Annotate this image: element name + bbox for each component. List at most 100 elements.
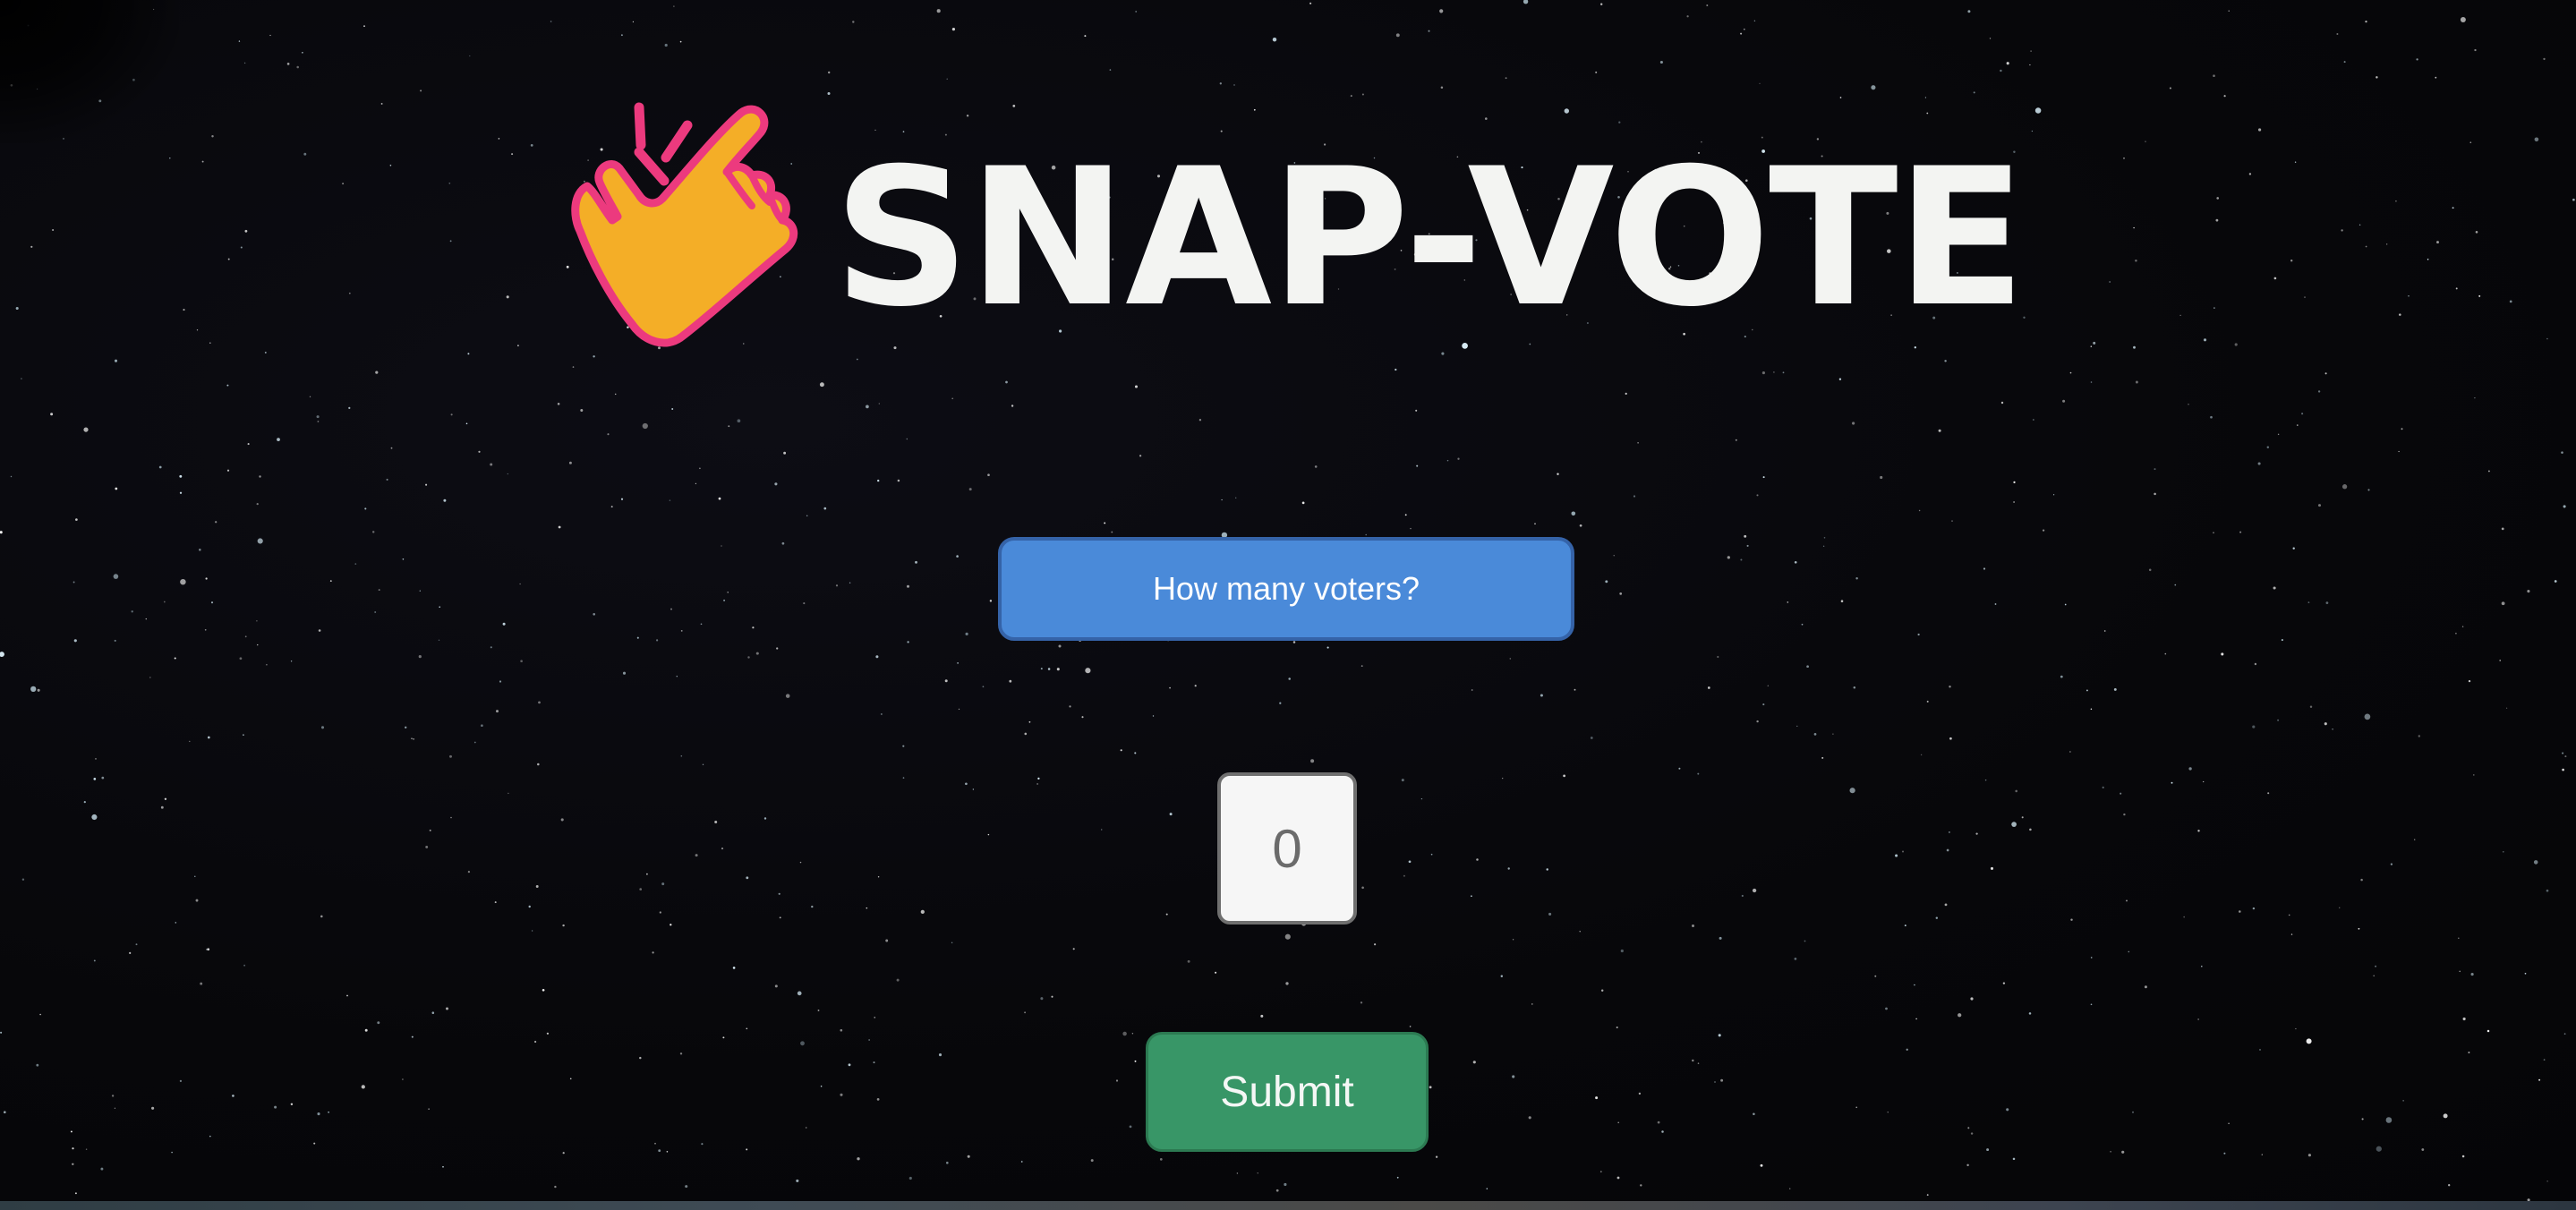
star (1743, 28, 1745, 30)
star (803, 602, 806, 605)
star (646, 873, 648, 875)
star (1198, 419, 1202, 422)
star (1365, 533, 1367, 536)
star (1440, 86, 1444, 89)
star (346, 994, 348, 997)
star (2564, 755, 2567, 758)
star (2197, 1018, 2199, 1020)
star (520, 660, 523, 663)
star (669, 499, 671, 501)
star (2171, 781, 2173, 784)
star (320, 726, 325, 729)
star (303, 152, 307, 156)
star (196, 329, 199, 331)
star (257, 538, 263, 544)
star (1967, 10, 1971, 13)
star (240, 246, 243, 249)
star (1697, 1062, 1700, 1064)
star (701, 1143, 704, 1146)
star (1024, 732, 1028, 736)
star (2325, 601, 2329, 604)
star (827, 92, 831, 95)
star (2164, 652, 2167, 655)
star (2501, 601, 2505, 606)
star (2292, 547, 2295, 550)
star (1616, 1176, 1620, 1180)
star (2538, 1078, 2541, 1081)
star (1949, 831, 1950, 833)
star (2421, 1148, 2425, 1151)
voters-count-input[interactable] (1217, 772, 1357, 925)
star (1970, 1132, 1974, 1135)
star (1221, 498, 1223, 501)
star (1420, 797, 1423, 800)
star (1718, 1034, 1721, 1037)
star (550, 21, 552, 22)
star (1761, 371, 1765, 375)
star (2128, 950, 2130, 953)
star (211, 134, 214, 138)
star (1796, 725, 1798, 728)
star (956, 555, 959, 558)
star (100, 1167, 104, 1171)
star (2021, 816, 2024, 819)
star (411, 737, 413, 739)
star (1853, 686, 1856, 689)
star (402, 558, 405, 560)
star (473, 741, 476, 744)
star (207, 948, 210, 951)
star (2000, 69, 2002, 72)
star (2070, 918, 2073, 921)
star (1194, 685, 1197, 687)
star (902, 745, 905, 747)
star (1990, 866, 1994, 870)
star (866, 405, 869, 409)
star (1131, 1033, 1134, 1035)
star (835, 584, 839, 587)
star (256, 620, 258, 622)
star (290, 1103, 294, 1106)
star (1009, 679, 1012, 683)
star (2469, 141, 2472, 144)
star (2324, 722, 2327, 726)
star (1692, 925, 1694, 927)
star (2470, 973, 2474, 976)
star (2113, 687, 2117, 691)
star (1619, 592, 1623, 595)
star (537, 763, 540, 766)
star (131, 610, 133, 613)
star (1134, 1060, 1137, 1062)
star (2221, 652, 2224, 656)
star (1415, 409, 1418, 412)
star (371, 531, 375, 533)
star (714, 821, 718, 823)
star (2228, 1122, 2230, 1125)
star (469, 55, 471, 57)
star (538, 701, 541, 704)
star (2029, 828, 2032, 831)
star (1740, 32, 1743, 35)
star (1051, 995, 1053, 998)
how-many-voters-button[interactable]: How many voters? (998, 537, 1574, 641)
star (557, 403, 560, 405)
submit-button[interactable]: Submit (1146, 1032, 1429, 1152)
star (2144, 985, 2147, 989)
star (1871, 85, 1876, 90)
star (1403, 874, 1405, 877)
star (83, 801, 86, 804)
star (945, 1161, 949, 1164)
star (115, 487, 118, 490)
star (180, 578, 186, 585)
star (562, 924, 565, 927)
star (957, 662, 959, 664)
star (876, 1098, 880, 1101)
star (2174, 584, 2177, 586)
star (1914, 984, 1915, 986)
horizon-strip (0, 1201, 2576, 1210)
star (593, 612, 596, 616)
star (363, 25, 365, 28)
star (1314, 465, 1318, 468)
star (2336, 33, 2339, 35)
star (256, 502, 259, 506)
star (1215, 971, 1217, 974)
